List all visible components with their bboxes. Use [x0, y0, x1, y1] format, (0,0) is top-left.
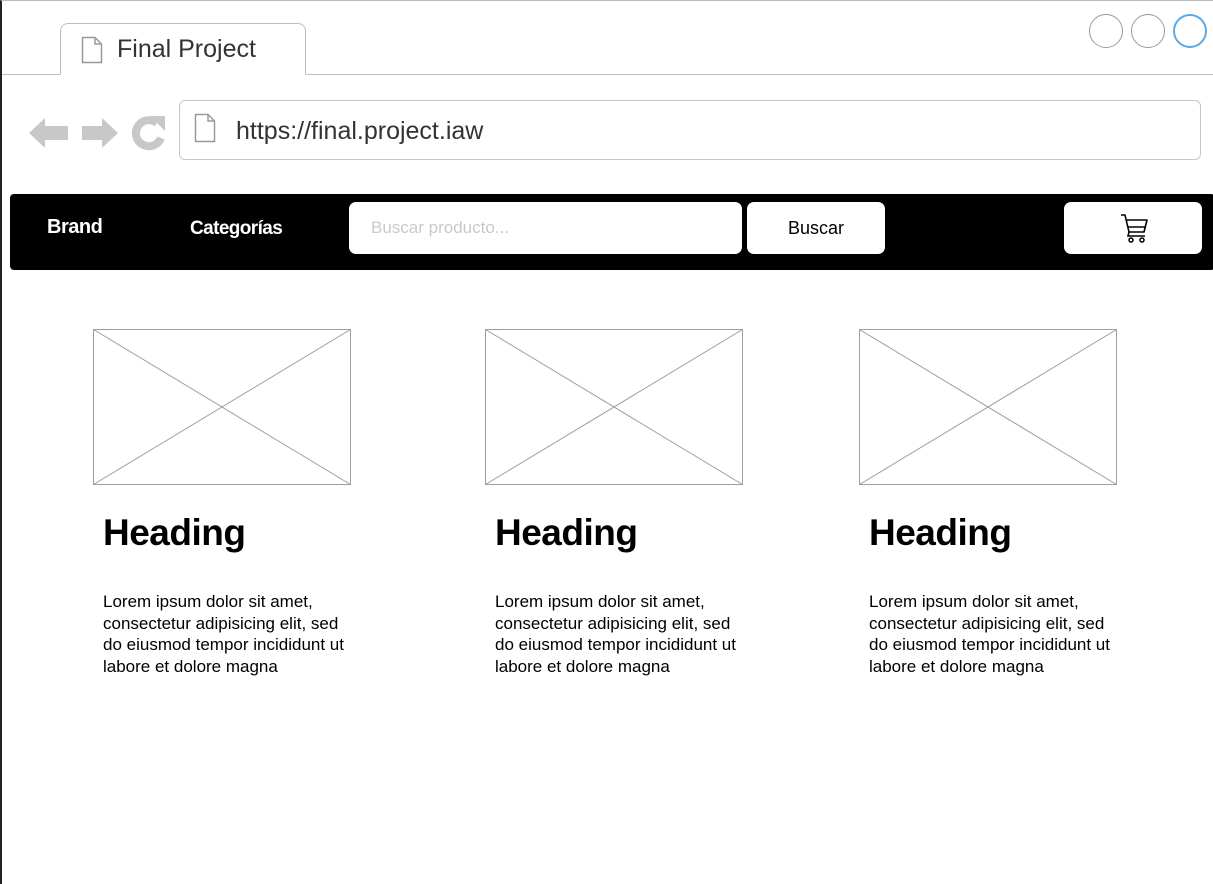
card-heading: Heading	[103, 512, 246, 553]
card-body-text: Lorem ipsum dolor sit amet, consectetur …	[869, 592, 1110, 676]
search-input[interactable]	[349, 202, 742, 254]
image-placeholder	[485, 329, 743, 485]
card-heading: Heading	[495, 512, 638, 553]
tab-final-project[interactable]: Final Project	[60, 23, 306, 75]
window-control-minimize[interactable]	[1089, 14, 1123, 48]
image-placeholder	[93, 329, 351, 485]
window-control-close[interactable]	[1173, 14, 1207, 48]
url-text[interactable]: https://final.project.iaw	[236, 117, 483, 146]
product-card: Heading Lorem ipsum dolor sit amet, cons…	[859, 329, 1117, 698]
back-arrow-icon[interactable]	[28, 117, 70, 154]
tab-title: Final Project	[117, 35, 256, 63]
brand-link[interactable]: Brand	[47, 216, 103, 239]
image-placeholder	[859, 329, 1117, 485]
product-card: Heading Lorem ipsum dolor sit amet, cons…	[93, 329, 351, 698]
address-bar[interactable]: https://final.project.iaw	[179, 100, 1201, 160]
page-icon	[194, 113, 216, 148]
forward-arrow-icon[interactable]	[81, 117, 119, 154]
tab-strip: Final Project	[2, 1, 1213, 76]
categories-link[interactable]: Categorías	[190, 218, 283, 240]
product-card: Heading Lorem ipsum dolor sit amet, cons…	[485, 329, 743, 698]
cart-button[interactable]	[1064, 202, 1202, 254]
shopping-cart-icon	[1121, 214, 1148, 243]
browser-window: Final Project https://final.project.iaw …	[0, 0, 1213, 884]
window-control-maximize[interactable]	[1131, 14, 1165, 48]
site-navbar: Brand Categorías Buscar	[10, 194, 1213, 270]
search-button[interactable]: Buscar	[747, 202, 885, 254]
card-body-text: Lorem ipsum dolor sit amet, consectetur …	[103, 592, 344, 676]
reload-icon[interactable]	[131, 114, 167, 157]
browser-toolbar: https://final.project.iaw	[2, 76, 1213, 186]
card-body-text: Lorem ipsum dolor sit amet, consectetur …	[495, 592, 736, 676]
document-icon	[81, 36, 103, 69]
card-heading: Heading	[869, 512, 1012, 553]
